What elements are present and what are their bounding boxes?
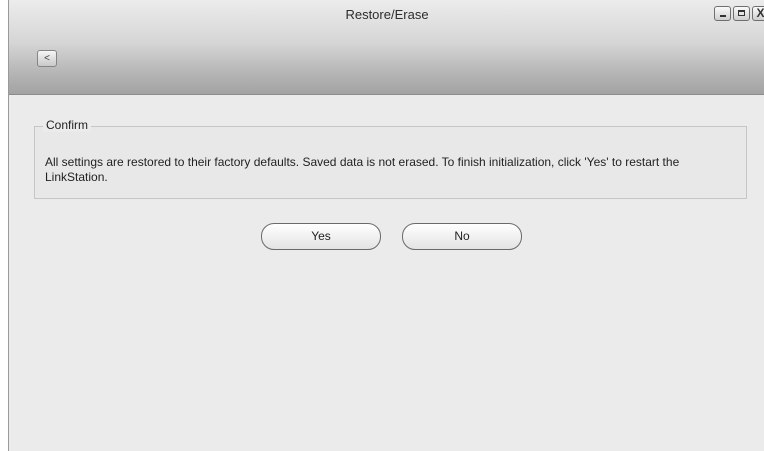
close-icon: X [756, 6, 764, 20]
close-button[interactable]: X [752, 6, 764, 21]
no-button[interactable]: No [402, 223, 522, 250]
restore-erase-window: Restore/Erase X < Confirm All settings a… [8, 0, 764, 451]
yes-button[interactable]: Yes [261, 223, 381, 250]
maximize-button[interactable] [733, 6, 750, 21]
confirm-message: All settings are restored to their facto… [45, 155, 680, 184]
window-controls: X [714, 6, 764, 21]
window-title: Restore/Erase [345, 7, 429, 22]
minimize-button[interactable] [714, 6, 731, 21]
title-bar[interactable]: Restore/Erase X < [9, 0, 764, 95]
back-button[interactable]: < [37, 50, 57, 67]
minimize-icon [715, 7, 730, 20]
confirm-legend: Confirm [43, 118, 92, 132]
maximize-icon [734, 7, 749, 20]
chevron-left-icon: < [44, 53, 50, 64]
confirm-panel: Confirm All settings are restored to the… [34, 118, 747, 199]
